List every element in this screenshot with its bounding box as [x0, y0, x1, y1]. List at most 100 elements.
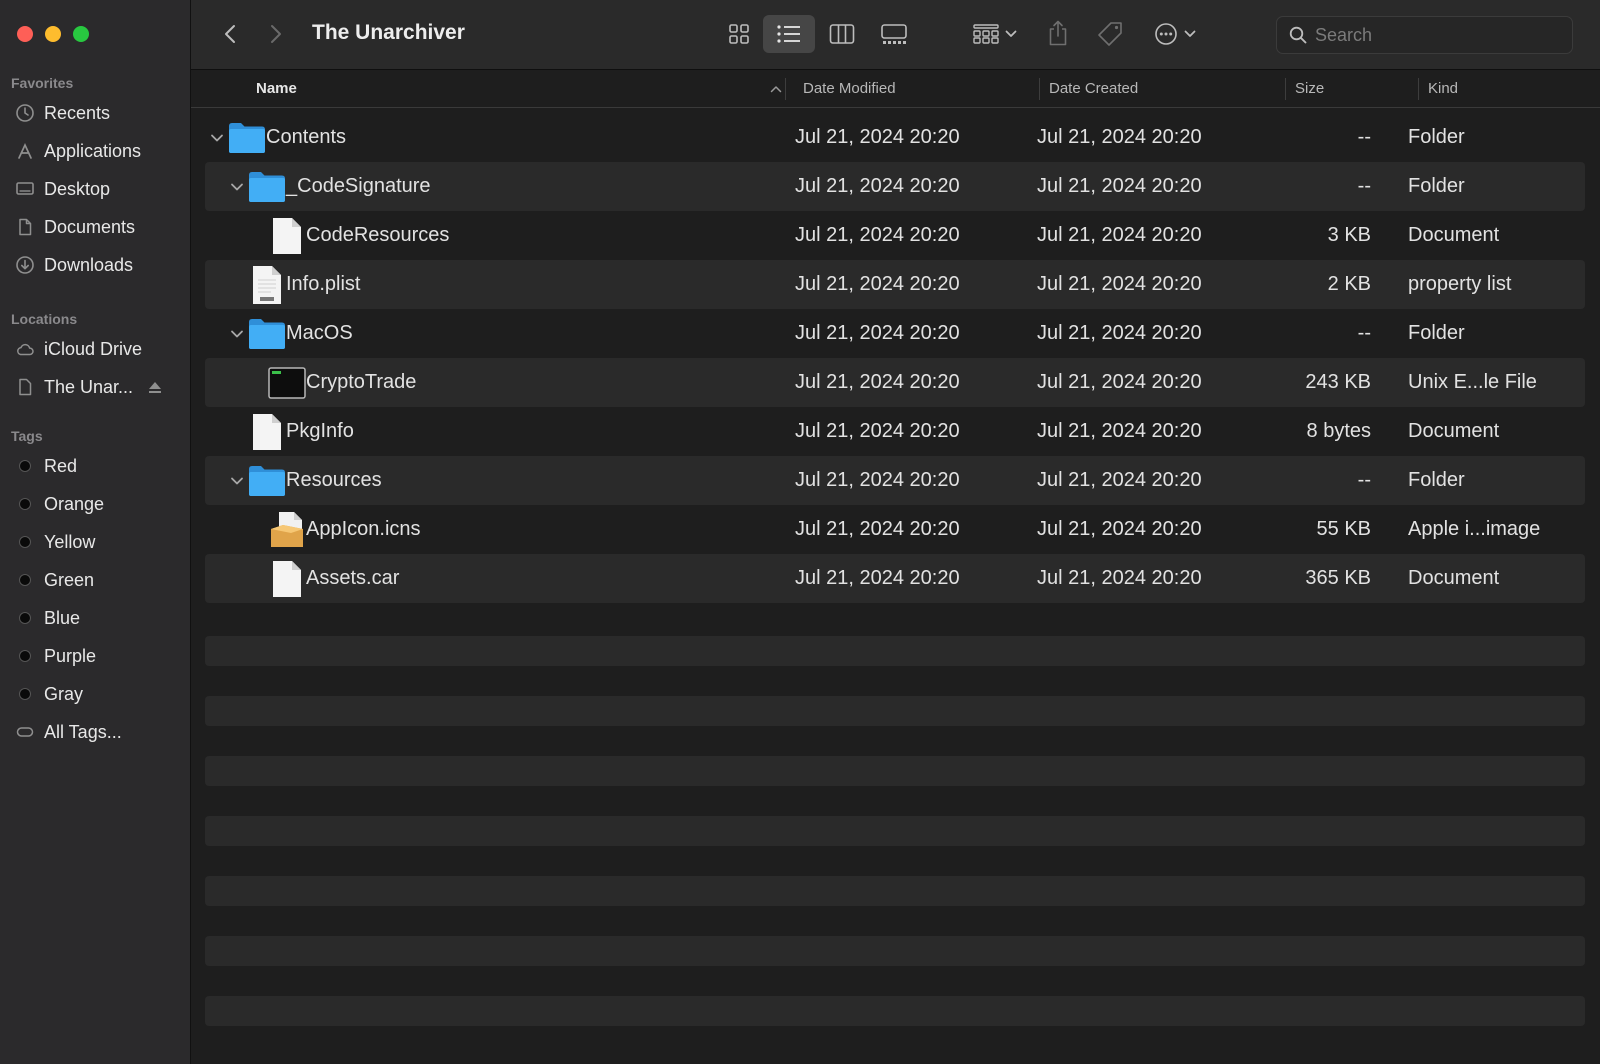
sidebar-item-label: Blue	[44, 607, 81, 628]
column-view-button[interactable]	[819, 16, 865, 52]
search-field[interactable]	[1276, 16, 1573, 54]
empty-row	[205, 996, 1585, 1026]
file-date-created: Jul 21, 2024 20:20	[1037, 224, 1202, 246]
file-row-pkginfo[interactable]: PkgInfo Jul 21, 2024 20:20 Jul 21, 2024 …	[205, 407, 1585, 456]
file-kind: Apple i...image	[1408, 518, 1541, 540]
file-date-created: Jul 21, 2024 20:20	[1037, 322, 1202, 344]
sidebar-item-the-unarchiver-volume[interactable]: The Unar...	[0, 368, 191, 406]
file-row-appicon-icns[interactable]: AppIcon.icns Jul 21, 2024 20:20 Jul 21, …	[205, 505, 1585, 554]
file-kind: Document	[1408, 224, 1500, 246]
sidebar-item-icloud-drive[interactable]: iCloud Drive	[0, 330, 191, 368]
close-window-button[interactable]	[17, 26, 33, 42]
tag-button[interactable]	[1093, 16, 1127, 52]
disclosure-expanded-icon[interactable]	[230, 476, 244, 486]
tags-header: Tags	[11, 428, 43, 444]
column-header-name[interactable]: Name	[256, 70, 297, 108]
group-by-button[interactable]	[965, 16, 1025, 52]
file-name: Resources	[286, 469, 382, 491]
file-kind: Document	[1408, 420, 1500, 442]
back-button[interactable]	[217, 20, 243, 48]
minimize-window-button[interactable]	[45, 26, 61, 42]
file-kind: Folder	[1408, 175, 1465, 197]
tag-dot-icon	[19, 612, 31, 624]
file-row-codesignature[interactable]: _CodeSignature Jul 21, 2024 20:20 Jul 21…	[205, 162, 1585, 211]
sidebar-item-label: Red	[44, 455, 78, 476]
share-button[interactable]	[1041, 14, 1075, 52]
file-row-cryptotrade[interactable]: CryptoTrade Jul 21, 2024 20:20 Jul 21, 2…	[205, 358, 1585, 407]
column-header-kind[interactable]: Kind	[1428, 70, 1458, 108]
column-separator[interactable]	[1039, 78, 1040, 100]
file-date-created: Jul 21, 2024 20:20	[1037, 126, 1202, 148]
file-row-assets-car[interactable]: Assets.car Jul 21, 2024 20:20 Jul 21, 20…	[205, 554, 1585, 603]
sort-ascending-icon	[770, 86, 782, 93]
sidebar-tag-orange[interactable]: Orange	[0, 485, 191, 523]
sidebar-tag-green[interactable]: Green	[0, 561, 191, 599]
forward-button[interactable]	[263, 20, 289, 48]
sidebar-item-downloads[interactable]: Downloads	[0, 246, 191, 284]
file-row-contents[interactable]: Contents Jul 21, 2024 20:20 Jul 21, 2024…	[205, 113, 1585, 162]
grid-icon	[729, 24, 749, 44]
file-date-modified: Jul 21, 2024 20:20	[795, 518, 960, 540]
column-header-date-created[interactable]: Date Created	[1049, 70, 1138, 108]
column-separator[interactable]	[1418, 78, 1419, 100]
file-date-modified: Jul 21, 2024 20:20	[795, 273, 960, 295]
gallery-view-button[interactable]	[871, 16, 917, 52]
file-name: _CodeSignature	[286, 175, 431, 197]
main-pane: The Unarchiver Search Name Date Modified…	[191, 0, 1600, 1064]
folder-icon	[247, 462, 287, 500]
document-file-icon	[267, 560, 307, 598]
column-separator[interactable]	[785, 78, 786, 100]
locations-section: Locations iCloud Drive The Unar...	[0, 308, 191, 406]
sidebar-item-applications[interactable]: Applications	[0, 132, 191, 170]
empty-row	[205, 876, 1585, 906]
list-view-button[interactable]	[763, 15, 815, 53]
sidebar-item-label: Documents	[44, 216, 136, 237]
file-kind: Folder	[1408, 469, 1465, 491]
sidebar-item-documents[interactable]: Documents	[0, 208, 191, 246]
column-header-date-modified[interactable]: Date Modified	[803, 70, 896, 108]
sidebar-item-desktop[interactable]: Desktop	[0, 170, 191, 208]
file-row-coderesources[interactable]: CodeResources Jul 21, 2024 20:20 Jul 21,…	[205, 211, 1585, 260]
folder-icon	[227, 119, 267, 157]
finder-window: Favorites Recents Applications Desktop D…	[0, 0, 1600, 1064]
window-title: The Unarchiver	[312, 21, 465, 44]
sidebar-tag-purple[interactable]: Purple	[0, 637, 191, 675]
sidebar-item-label: Desktop	[44, 178, 111, 199]
empty-row	[205, 756, 1585, 786]
file-kind: Unix E...le File	[1408, 371, 1537, 393]
sidebar-tag-red[interactable]: Red	[0, 447, 191, 485]
column-separator[interactable]	[1285, 78, 1286, 100]
sidebar-tag-blue[interactable]: Blue	[0, 599, 191, 637]
disclosure-expanded-icon[interactable]	[210, 133, 224, 143]
window-controls	[17, 26, 89, 42]
file-size: 3 KB	[1327, 224, 1371, 246]
file-row-resources[interactable]: Resources Jul 21, 2024 20:20 Jul 21, 202…	[205, 456, 1585, 505]
folder-icon	[247, 315, 287, 353]
file-row-macos[interactable]: MacOS Jul 21, 2024 20:20 Jul 21, 2024 20…	[205, 309, 1585, 358]
icon-view-button[interactable]	[716, 16, 762, 52]
more-actions-button[interactable]	[1147, 16, 1203, 52]
eject-icon[interactable]	[147, 379, 163, 395]
clock-icon	[15, 103, 35, 123]
chevron-left-icon	[225, 25, 235, 43]
favorites-section: Favorites Recents Applications Desktop D…	[0, 72, 191, 284]
disclosure-expanded-icon[interactable]	[230, 182, 244, 192]
column-header-size[interactable]: Size	[1295, 70, 1324, 108]
search-input[interactable]	[1315, 24, 1555, 46]
zoom-window-button[interactable]	[73, 26, 89, 42]
cloud-icon	[15, 339, 35, 359]
sidebar-all-tags[interactable]: All Tags...	[0, 713, 191, 751]
sidebar-tag-gray[interactable]: Gray	[0, 675, 191, 713]
file-date-created: Jul 21, 2024 20:20	[1037, 469, 1202, 491]
file-size: --	[1357, 322, 1371, 344]
file-name: AppIcon.icns	[306, 518, 421, 540]
file-size: --	[1357, 469, 1371, 491]
sidebar-tag-yellow[interactable]: Yellow	[0, 523, 191, 561]
sidebar-item-recents[interactable]: Recents	[0, 94, 191, 132]
file-row-info-plist[interactable]: Info.plist Jul 21, 2024 20:20 Jul 21, 20…	[205, 260, 1585, 309]
empty-list-area	[205, 636, 1585, 1056]
sidebar-item-label: iCloud Drive	[44, 338, 143, 359]
document-icon	[15, 217, 35, 237]
sidebar-item-label: Yellow	[44, 531, 96, 552]
disclosure-expanded-icon[interactable]	[230, 329, 244, 339]
